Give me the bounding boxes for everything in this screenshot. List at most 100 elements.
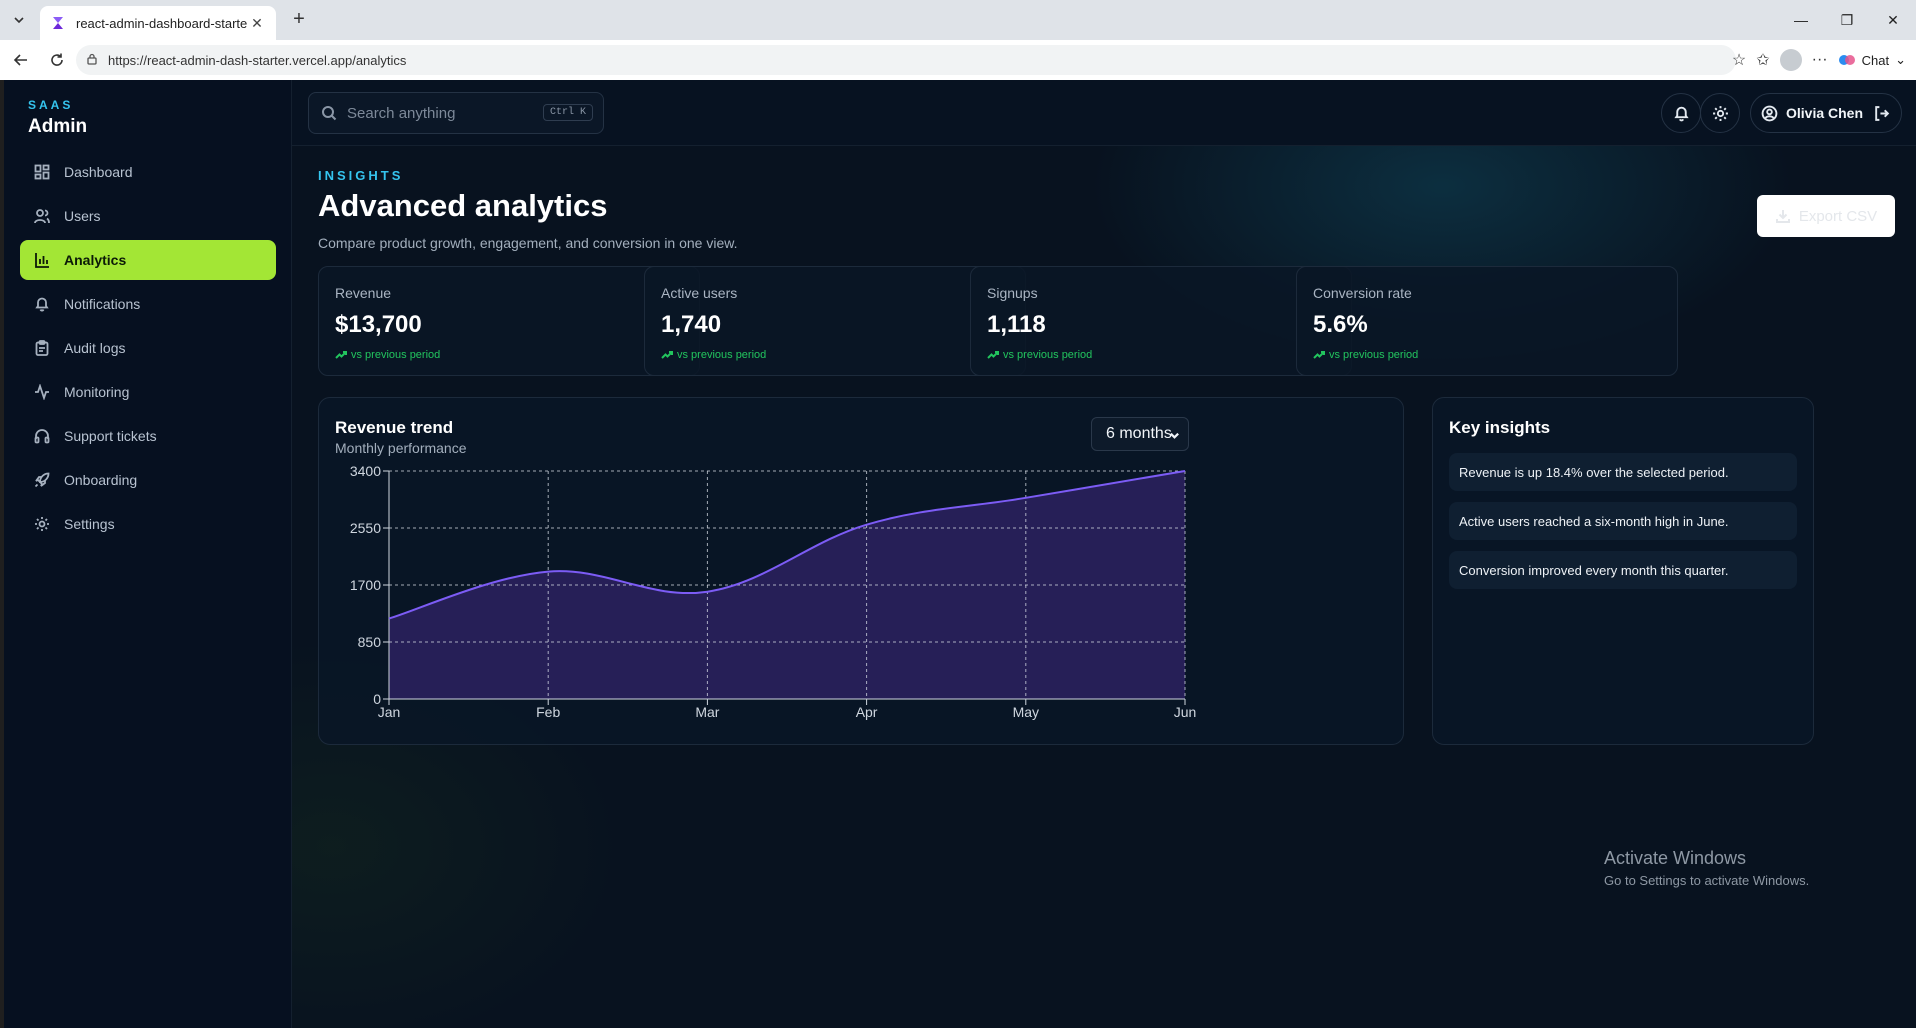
sidebar-item-label: Audit logs — [64, 340, 126, 356]
headphones-icon — [34, 429, 50, 444]
sidebar-item-settings[interactable]: Settings — [20, 504, 276, 544]
sidebar-item-label: Monitoring — [64, 384, 130, 400]
rocket-icon — [34, 472, 50, 488]
user-circle-icon — [1761, 105, 1778, 121]
search-shortcut-badge: Ctrl K — [542, 104, 593, 121]
more-options-icon[interactable]: ··· — [1812, 51, 1828, 69]
reload-icon[interactable] — [42, 45, 72, 75]
stat-delta-text: vs previous period — [1003, 349, 1093, 361]
copilot-icon — [1838, 55, 1855, 65]
minimize-icon[interactable]: — — [1778, 0, 1824, 40]
stats-row: Revenue $13,700 vs previous period Activ… — [318, 266, 1898, 376]
window-controls: — ❐ ✕ — [1778, 0, 1916, 40]
url-text: https://react-admin-dash-starter.vercel.… — [108, 52, 407, 68]
stat-delta-text: vs previous period — [351, 349, 441, 361]
trending-up-icon — [1313, 351, 1325, 359]
page-subtitle: Compare product growth, engagement, and … — [318, 235, 738, 251]
app-root: SAAS Admin Dashboard Users Analytics Not… — [4, 80, 1916, 1028]
sidebar-item-label: Users — [64, 208, 101, 224]
y-tick-label: 1700 — [350, 577, 381, 593]
user-menu-button[interactable]: Olivia Chen — [1750, 93, 1902, 133]
browser-toolbar-right: ☆ ✩ ··· Chat ⌄ — [1732, 45, 1906, 75]
brand-kicker: SAAS — [28, 98, 74, 112]
url-field[interactable]: https://react-admin-dash-starter.vercel.… — [76, 45, 1736, 75]
sidebar-item-audit-logs[interactable]: Audit logs — [20, 328, 276, 368]
sidebar-item-onboarding[interactable]: Onboarding — [20, 460, 276, 500]
sidebar-item-users[interactable]: Users — [20, 196, 276, 236]
browser-tab[interactable]: react-admin-dashboard-starter-te ✕ — [40, 6, 276, 40]
stat-label: Conversion rate — [1313, 285, 1412, 301]
sidebar-item-notifications[interactable]: Notifications — [20, 284, 276, 324]
stat-delta-text: vs previous period — [1329, 349, 1419, 361]
sidebar-item-dashboard[interactable]: Dashboard — [20, 152, 276, 192]
watermark-line2: Go to Settings to activate Windows. — [1604, 873, 1810, 888]
tab-title: react-admin-dashboard-starter-te — [76, 15, 248, 31]
page-title: Advanced analytics — [318, 188, 608, 223]
search-input[interactable]: Search anything Ctrl K — [308, 92, 604, 134]
revenue-trend-card: Revenue trend Monthly performance 6 mont… — [318, 397, 1404, 745]
favorites-list-icon[interactable]: ✩ — [1756, 50, 1769, 70]
y-tick-label: 2550 — [350, 520, 381, 536]
settings-button[interactable] — [1700, 93, 1740, 133]
bar-chart-icon — [35, 253, 49, 268]
top-bar: Search anything Ctrl K Olivia Chen — [292, 80, 1916, 146]
sidebar: SAAS Admin Dashboard Users Analytics Not… — [4, 80, 292, 1028]
bell-icon — [35, 297, 49, 312]
favorite-star-icon[interactable]: ☆ — [1732, 50, 1746, 70]
gear-icon — [35, 517, 49, 531]
insight-item: Revenue is up 18.4% over the selected pe… — [1449, 453, 1797, 491]
logout-icon[interactable] — [1873, 105, 1890, 122]
watermark-line1: Activate Windows — [1604, 848, 1747, 868]
copilot-chat-button[interactable]: Chat ⌄ — [1838, 51, 1906, 69]
sidebar-item-label: Analytics — [64, 252, 127, 268]
react-admin-favicon-icon — [53, 17, 63, 29]
revenue-area-chart: 0850170025503400Jan Feb Mar Apr May Jun — [350, 463, 1197, 720]
profile-avatar[interactable] — [1779, 49, 1802, 71]
trending-up-icon — [661, 351, 673, 359]
sidebar-item-support-tickets[interactable]: Support tickets — [20, 416, 276, 456]
tab-close-icon[interactable]: ✕ — [248, 15, 266, 32]
clipboard-icon — [35, 340, 49, 356]
insights-title: Key insights — [1449, 418, 1551, 437]
x-tick-label: Jun — [1174, 704, 1197, 720]
sidebar-nav: Dashboard Users Analytics Notifications … — [20, 152, 276, 548]
site-info-icon[interactable] — [86, 53, 98, 68]
sidebar-item-label: Onboarding — [64, 472, 138, 488]
sidebar-item-monitoring[interactable]: Monitoring — [20, 372, 276, 412]
export-csv-button[interactable]: Export CSV — [1757, 195, 1895, 237]
gear-icon — [1712, 105, 1728, 121]
chevron-down-icon: ⌄ — [1895, 52, 1906, 67]
address-bar: https://react-admin-dash-starter.vercel.… — [0, 40, 1916, 80]
back-arrow-icon[interactable] — [6, 45, 36, 75]
y-tick-label: 850 — [358, 634, 382, 650]
insight-item: Conversion improved every month this qua… — [1449, 551, 1797, 589]
user-name: Olivia Chen — [1786, 105, 1864, 121]
stat-card-active-users: Active users 1,740 vs previous period — [644, 266, 1026, 376]
trending-up-icon — [987, 351, 999, 359]
tab-list-chevron-icon[interactable] — [6, 8, 32, 32]
key-insights-card: Key insights Revenue is up 18.4% over th… — [1432, 397, 1814, 745]
sidebar-item-label: Support tickets — [64, 428, 157, 444]
bell-icon — [1673, 106, 1689, 121]
close-window-icon[interactable]: ✕ — [1870, 0, 1916, 40]
stat-card-signups: Signups 1,118 vs previous period — [970, 266, 1352, 376]
download-icon — [1775, 210, 1790, 223]
trending-up-icon — [335, 351, 347, 359]
sidebar-item-label: Notifications — [64, 296, 141, 312]
stat-delta-text: vs previous period — [677, 349, 767, 361]
main-content: INSIGHTS Advanced analytics Compare prod… — [292, 146, 1916, 1028]
users-icon — [34, 209, 50, 224]
export-csv-label: Export CSV — [1798, 207, 1878, 225]
x-tick-label: Apr — [856, 704, 878, 720]
chat-label: Chat — [1861, 52, 1890, 68]
stat-card-conversion-rate: Conversion rate 5.6% vs previous period — [1296, 266, 1678, 376]
x-tick-label: May — [1013, 704, 1039, 720]
stat-card-revenue: Revenue $13,700 vs previous period — [318, 266, 700, 376]
sidebar-item-analytics[interactable]: Analytics — [20, 240, 276, 280]
restore-icon[interactable]: ❐ — [1824, 0, 1870, 40]
new-tab-plus-icon[interactable]: + — [286, 8, 312, 32]
stat-value: 5.6% — [1313, 311, 1368, 338]
sidebar-item-label: Settings — [64, 516, 115, 532]
tab-strip: react-admin-dashboard-starter-te ✕ + — ❐… — [0, 0, 1916, 40]
notifications-button[interactable] — [1661, 93, 1701, 133]
